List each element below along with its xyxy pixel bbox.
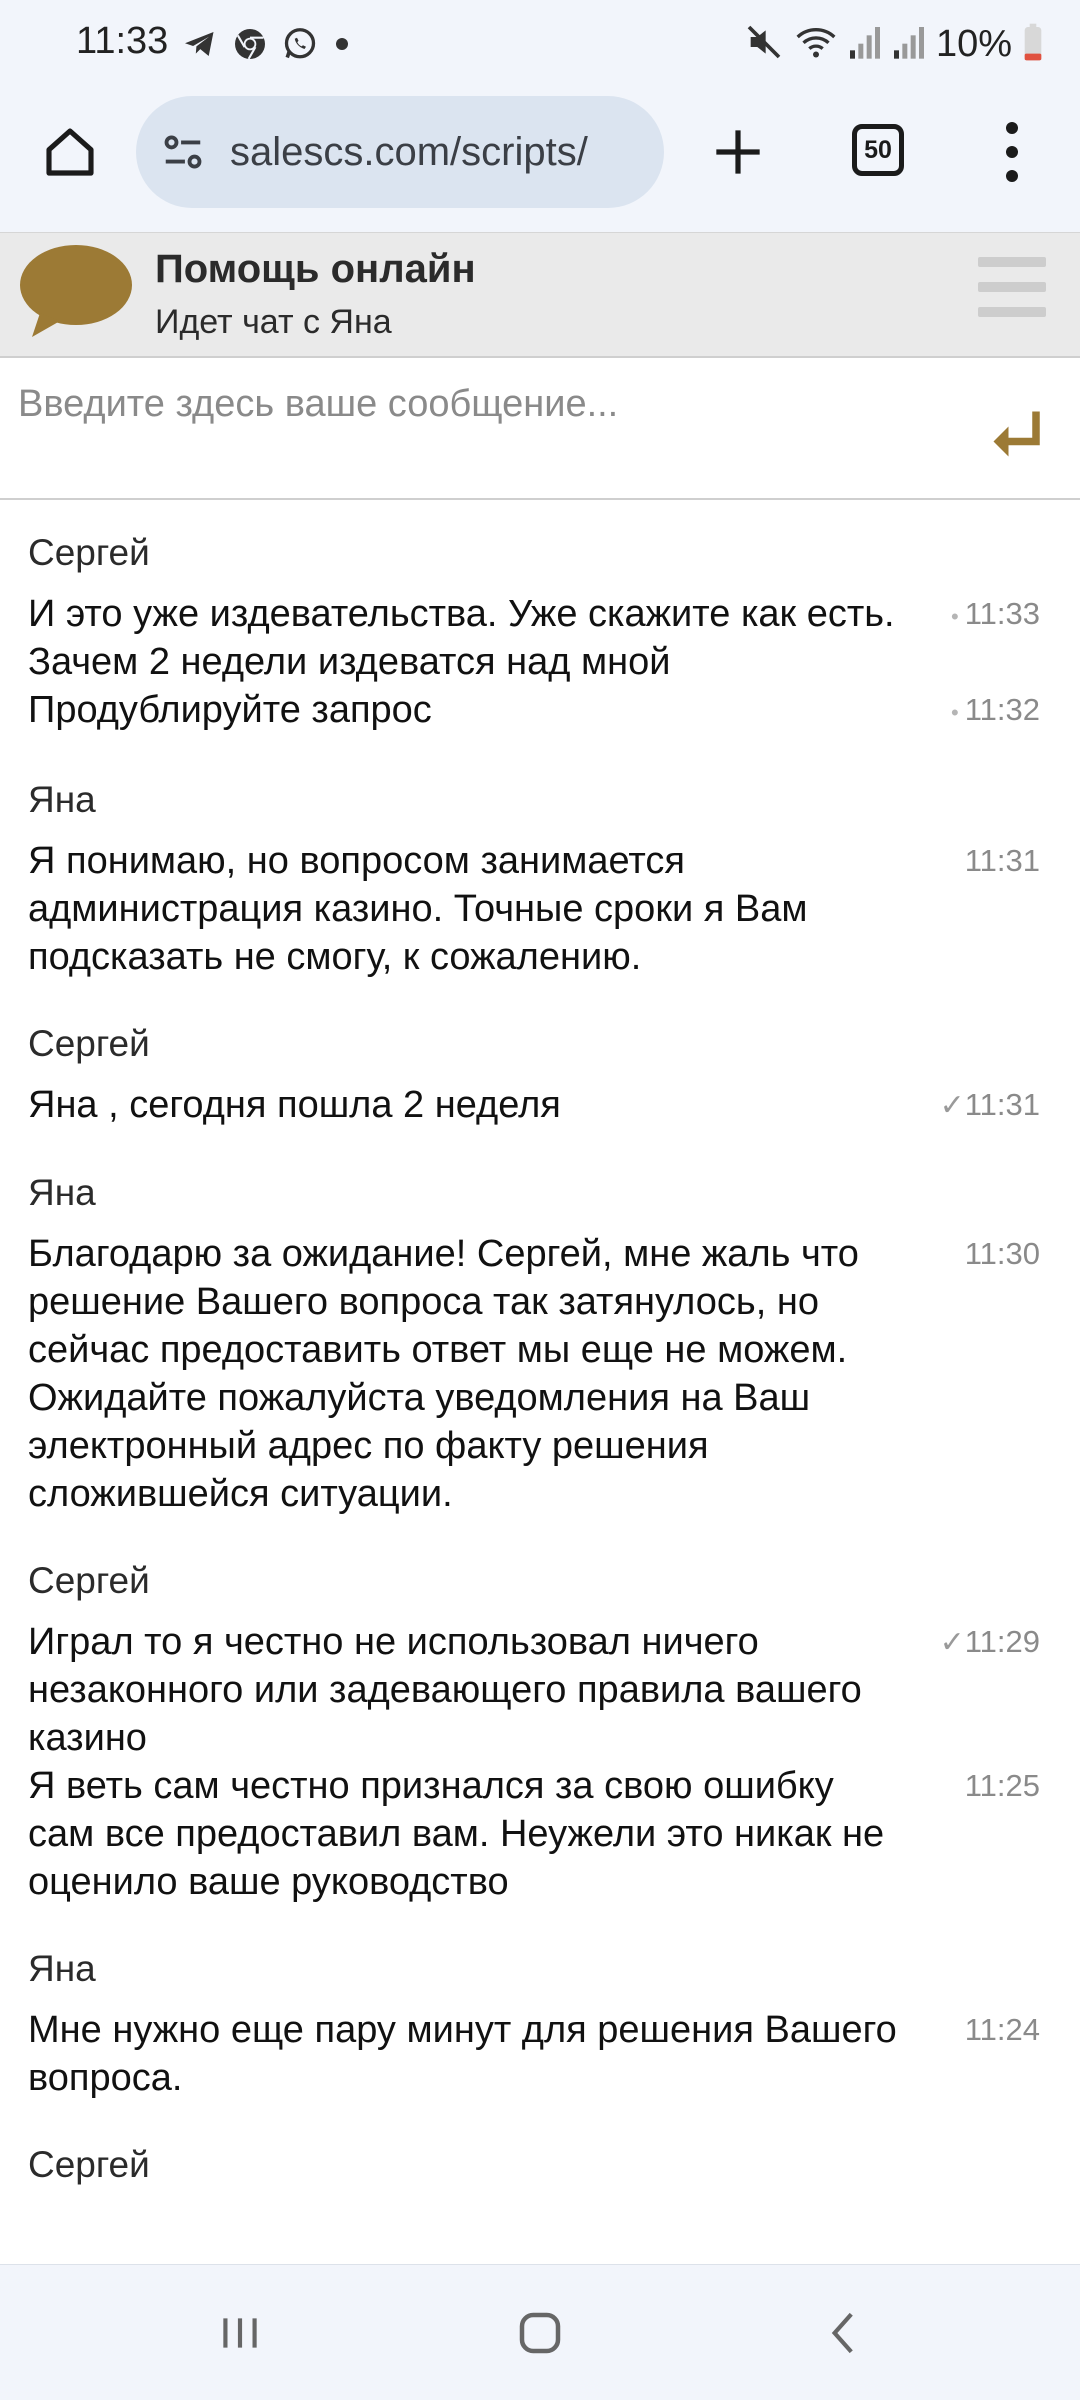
url-text: salescs.com/scripts/ xyxy=(230,129,588,174)
message-meta: 11:25 xyxy=(912,1762,1052,1810)
signal-icon xyxy=(892,22,926,67)
message-meta: 11:31 xyxy=(912,837,1052,885)
message-list[interactable]: Сергей И это уже издевательства. Уже скаж… xyxy=(0,502,1080,2264)
message-group: Сергей Яна , сегодня пошла 2 неделя ✓11:31 xyxy=(0,993,1080,1142)
message-group: Сергей И это уже издевательства. Уже скаж… xyxy=(0,502,1080,749)
message-group: Яна Я понимаю, но вопросом занимается адм… xyxy=(0,749,1080,993)
message-group: Сергей xyxy=(0,2114,1080,2214)
chrome-icon xyxy=(232,26,268,67)
tab-count: 50 xyxy=(864,135,892,164)
message-time: 11:31 xyxy=(964,843,1040,878)
chat-header: Помощь онлайн Идет чат с Яна xyxy=(0,232,1080,358)
message-time: 11:24 xyxy=(964,2012,1040,2047)
battery-icon xyxy=(1022,22,1044,67)
status-bar: 11:33 10% xyxy=(0,0,1080,90)
sender-name: Яна xyxy=(28,1948,96,1989)
sender-name: Яна xyxy=(28,779,96,820)
home-nav-icon xyxy=(519,2312,561,2354)
browser-menu-button[interactable] xyxy=(992,118,1032,186)
sender-name: Яна xyxy=(28,1172,96,1213)
sender-name: Сергей xyxy=(28,1560,150,1601)
home-button[interactable] xyxy=(38,120,102,184)
message-composer xyxy=(0,358,1080,500)
check-icon: ✓ xyxy=(939,1089,965,1122)
notification-icons xyxy=(182,24,352,68)
sender-name: Сергей xyxy=(28,532,150,573)
pending-status-icon: • xyxy=(951,604,959,629)
message-item: Играл то я честно не использовал ничего … xyxy=(28,1618,1052,1762)
message-time: 11:31 xyxy=(964,1087,1040,1122)
message-group: Яна Мне нужно еще пару минут для решения … xyxy=(0,1918,1080,2114)
message-time: 11:25 xyxy=(964,1768,1040,1803)
message-item: И это уже издевательства. Уже скажите ка… xyxy=(28,590,1052,686)
message-item: Продублируйте запрос • 11:32 xyxy=(28,686,1052,737)
tab-switcher-button[interactable]: 50 xyxy=(852,124,904,176)
chat-bubble-icon xyxy=(20,245,132,337)
message-item: Благодарю за ожидание! Сергей, мне жаль … xyxy=(28,1230,1052,1518)
home-icon xyxy=(46,128,94,176)
send-enter-icon[interactable] xyxy=(986,404,1046,464)
message-time: 11:32 xyxy=(964,692,1040,727)
battery-percent: 10% xyxy=(935,22,1012,65)
message-text: Я веть сам честно признался за свою ошиб… xyxy=(28,1765,885,1903)
back-button[interactable] xyxy=(815,2303,875,2363)
message-meta: • 11:32 xyxy=(912,686,1052,737)
message-group: Яна Благодарю за ожидание! Сергей, мне жа… xyxy=(0,1142,1080,1530)
check-icon: ✓ xyxy=(939,1626,965,1659)
back-icon xyxy=(831,2312,853,2354)
status-time: 11:33 xyxy=(76,20,169,62)
chat-subtitle: Идет чат с Яна xyxy=(155,303,392,341)
pending-status-icon: • xyxy=(951,700,959,725)
system-icons: 10% xyxy=(744,20,1044,68)
hamburger-icon xyxy=(978,257,1046,267)
message-item: Я веть сам честно признался за свою ошиб… xyxy=(28,1762,1052,1906)
message-input[interactable] xyxy=(18,374,948,434)
recent-apps-button[interactable] xyxy=(210,2303,270,2363)
message-group: Сергей Играл то я честно не использовал н… xyxy=(0,1530,1080,1918)
browser-toolbar: salescs.com/scripts/ 50 xyxy=(0,90,1080,232)
message-meta: ✓11:31 xyxy=(912,1081,1052,1130)
address-bar[interactable]: salescs.com/scripts/ xyxy=(136,96,664,208)
message-meta: • 11:33 xyxy=(912,590,1052,641)
message-text: И это уже издевательства. Уже скажите ка… xyxy=(28,593,895,683)
new-tab-button[interactable] xyxy=(706,120,770,184)
more-vert-icon xyxy=(1006,122,1018,134)
recents-icon xyxy=(223,2318,257,2348)
message-item: Мне нужно еще пару минут для решения Ваш… xyxy=(28,2006,1052,2102)
message-text: Играл то я честно не использовал ничего … xyxy=(28,1621,862,1759)
sender-name: Сергей xyxy=(28,1023,150,1064)
signal-icon xyxy=(848,22,882,67)
telegram-icon xyxy=(182,26,218,67)
message-meta: ✓11:29 xyxy=(912,1618,1052,1667)
message-time: 11:30 xyxy=(964,1236,1040,1271)
sender-name: Сергей xyxy=(28,2144,150,2185)
chat-title: Помощь онлайн xyxy=(155,247,476,291)
wifi-icon xyxy=(794,22,838,67)
message-time: 11:33 xyxy=(964,596,1040,631)
chat-menu-button[interactable] xyxy=(978,257,1046,317)
message-text: Благодарю за ожидание! Сергей, мне жаль … xyxy=(28,1233,859,1515)
mute-icon xyxy=(744,22,784,67)
message-text: Продублируйте запрос xyxy=(28,689,432,731)
plus-icon xyxy=(716,130,760,174)
system-nav-bar xyxy=(0,2264,1080,2400)
message-text: Яна , сегодня пошла 2 неделя xyxy=(28,1084,561,1126)
dot-icon xyxy=(332,34,352,59)
message-item: Я понимаю, но вопросом занимается админи… xyxy=(28,837,1052,981)
site-settings-icon[interactable] xyxy=(158,127,208,177)
message-text: Я понимаю, но вопросом занимается админи… xyxy=(28,840,808,978)
message-time: 11:29 xyxy=(964,1624,1040,1659)
message-meta: 11:24 xyxy=(912,2006,1052,2054)
whatsapp-icon xyxy=(282,26,318,67)
message-item: Яна , сегодня пошла 2 неделя ✓11:31 xyxy=(28,1081,1052,1130)
home-nav-button[interactable] xyxy=(510,2303,570,2363)
message-meta: 11:30 xyxy=(912,1230,1052,1278)
message-text: Мне нужно еще пару минут для решения Ваш… xyxy=(28,2009,897,2099)
